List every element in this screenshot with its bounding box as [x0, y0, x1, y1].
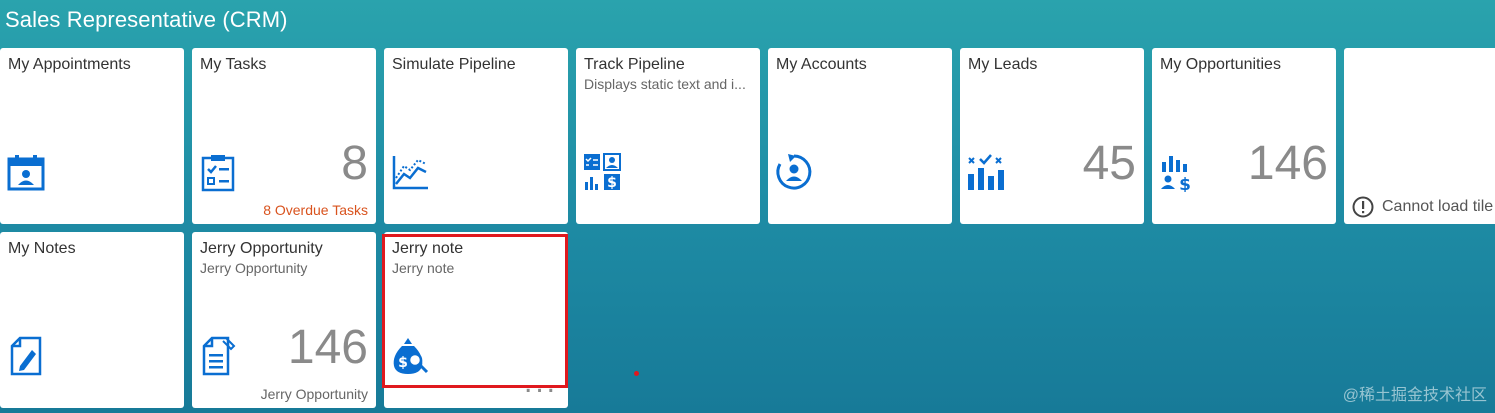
task-icon [198, 152, 238, 192]
svg-text:$: $ [607, 175, 617, 191]
svg-text:$: $ [398, 355, 408, 371]
tile-title: My Leads [968, 56, 1038, 73]
exclamation-circle-icon [1352, 196, 1374, 218]
multi-icon: $ [582, 152, 622, 192]
tile-number: 146 [287, 321, 368, 374]
tile-title: My Notes [8, 240, 76, 257]
leads-icon [966, 152, 1006, 192]
svg-text:$: $ [1179, 175, 1191, 192]
tile-loading-dots: ... [523, 366, 558, 399]
tile-subtitle: Jerry Opportunity [200, 260, 308, 276]
tile-error-message: Cannot load tile [1352, 196, 1493, 218]
tile-title: My Tasks [200, 56, 267, 73]
tile-subtitle: Displays static text and i... [584, 76, 746, 92]
tile-error-text: Cannot load tile [1382, 198, 1494, 215]
account-icon [774, 152, 814, 192]
tile-jerry-note[interactable]: Jerry note Jerry note $ ... [384, 232, 568, 408]
tile-simulate-pipeline[interactable]: Simulate Pipeline [384, 48, 568, 224]
opportunity-icon: $ [1158, 152, 1198, 192]
tile-number: 45 [1082, 137, 1136, 190]
tile-title: Simulate Pipeline [392, 56, 516, 73]
tile-number: 8 [341, 137, 368, 190]
tile-title: Track Pipeline [584, 56, 685, 73]
document-icon [198, 336, 238, 376]
appointment-icon [6, 152, 46, 192]
watermark: @稀土掘金技术社区 [1342, 387, 1487, 404]
tile-my-accounts[interactable]: My Accounts [768, 48, 952, 224]
tile-footer-overdue: 8 Overdue Tasks [263, 202, 368, 218]
tile-title: My Appointments [8, 56, 131, 73]
tile-title: Jerry Opportunity [200, 240, 323, 257]
tile-number: 146 [1247, 137, 1328, 190]
group-title: Sales Representative (CRM) [5, 7, 288, 32]
tile-title: My Opportunities [1160, 56, 1281, 73]
tile-subtitle: Jerry note [392, 260, 455, 276]
tile-error[interactable]: Cannot load tile [1344, 48, 1495, 224]
tile-my-appointments[interactable]: My Appointments [0, 48, 184, 224]
tile-track-pipeline[interactable]: Track Pipeline Displays static text and … [576, 48, 760, 224]
tile-my-opportunities[interactable]: My Opportunities $ 146 [1152, 48, 1336, 224]
tile-my-leads[interactable]: My Leads 45 [960, 48, 1144, 224]
tile-jerry-opportunity[interactable]: Jerry Opportunity Jerry Opportunity 146 … [192, 232, 376, 408]
line-chart-icon [390, 152, 430, 192]
tile-title: Jerry note [392, 240, 464, 257]
tile-my-tasks[interactable]: My Tasks 8 8 Overdue Tasks [192, 48, 376, 224]
tile-title: My Accounts [776, 56, 867, 73]
cursor-dot [634, 371, 639, 376]
tile-footer: Jerry Opportunity [260, 386, 368, 402]
notes-icon [6, 336, 46, 376]
money-bag-search-icon: $ [390, 336, 430, 376]
tile-my-notes[interactable]: My Notes [0, 232, 184, 408]
